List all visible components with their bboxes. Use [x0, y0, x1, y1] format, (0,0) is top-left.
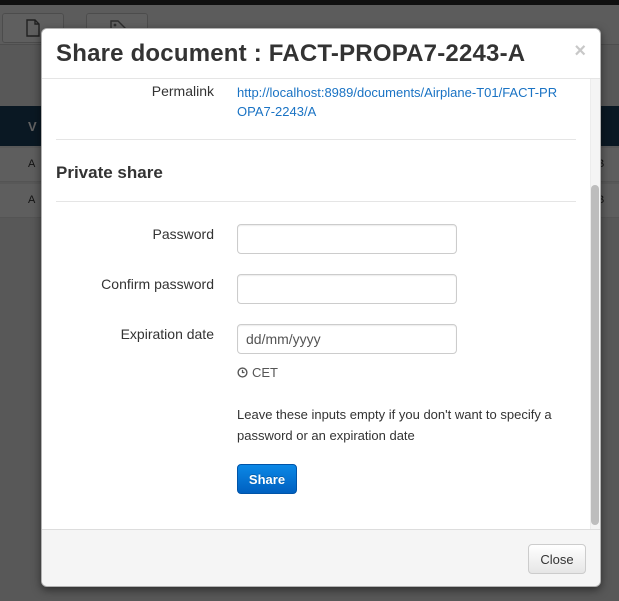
- timezone-info: CET: [237, 365, 278, 380]
- timezone-label: CET: [252, 365, 278, 380]
- modal-header: Share document : FACT-PROPA7-2243-A ×: [42, 29, 600, 79]
- confirm-password-field[interactable]: [237, 274, 457, 304]
- clock-icon: [237, 367, 248, 378]
- permalink-label: Permalink: [151, 83, 214, 99]
- close-icon[interactable]: ×: [574, 41, 586, 61]
- password-field[interactable]: [237, 224, 457, 254]
- share-dialog: Share document : FACT-PROPA7-2243-A × Pe…: [41, 28, 601, 587]
- close-button[interactable]: Close: [528, 544, 586, 574]
- divider: [56, 139, 576, 140]
- share-button[interactable]: Share: [237, 464, 297, 494]
- divider: [56, 201, 576, 202]
- expiration-date-label: Expiration date: [120, 326, 214, 342]
- password-label: Password: [152, 226, 214, 242]
- permalink-link[interactable]: http://localhost:8989/documents/Airplane…: [237, 83, 567, 121]
- modal-scrollbar-thumb[interactable]: [591, 185, 599, 525]
- help-text: Leave these inputs empty if you don't wa…: [237, 407, 552, 443]
- modal-title: Share document : FACT-PROPA7-2243-A: [56, 40, 526, 67]
- modal-body: Permalink http://localhost:8989/document…: [42, 79, 600, 529]
- expiration-date-field[interactable]: [237, 324, 457, 354]
- private-share-title: Private share: [56, 163, 163, 182]
- confirm-password-label: Confirm password: [101, 276, 214, 292]
- modal-footer: Close: [42, 529, 600, 586]
